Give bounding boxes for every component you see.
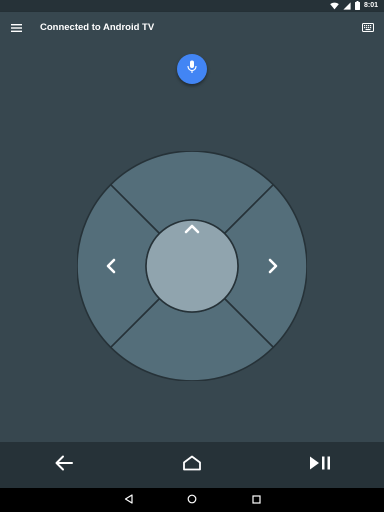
nav-back-icon	[124, 491, 133, 509]
home-icon	[182, 455, 202, 476]
back-button[interactable]	[52, 453, 76, 477]
mic-icon	[187, 60, 197, 79]
nav-recents-icon	[251, 491, 261, 509]
tv-remote-screen: 8:01 Connected to Android TV	[0, 0, 384, 512]
system-nav-bar	[0, 488, 384, 512]
status-bar: 8:01	[0, 0, 384, 12]
dpad-center-button[interactable]	[145, 219, 239, 313]
back-arrow-icon	[55, 455, 73, 476]
status-icons: 8:01	[330, 1, 378, 11]
app-title: Connected to Android TV	[40, 22, 155, 33]
app-bar: Connected to Android TV	[0, 12, 384, 44]
play-pause-icon	[309, 456, 331, 475]
dpad	[77, 151, 307, 381]
system-back-button[interactable]	[121, 493, 135, 507]
nav-home-icon	[187, 491, 197, 509]
play-pause-button[interactable]	[308, 453, 332, 477]
system-recents-button[interactable]	[249, 493, 263, 507]
keyboard-icon	[362, 19, 374, 37]
voice-search-button[interactable]	[177, 54, 207, 84]
system-home-button[interactable]	[185, 493, 199, 507]
menu-button[interactable]	[9, 21, 23, 35]
controls-bar	[0, 442, 384, 488]
keyboard-button[interactable]	[361, 21, 375, 35]
menu-icon	[10, 19, 22, 37]
home-button[interactable]	[180, 453, 204, 477]
status-time: 8:01	[363, 2, 378, 9]
